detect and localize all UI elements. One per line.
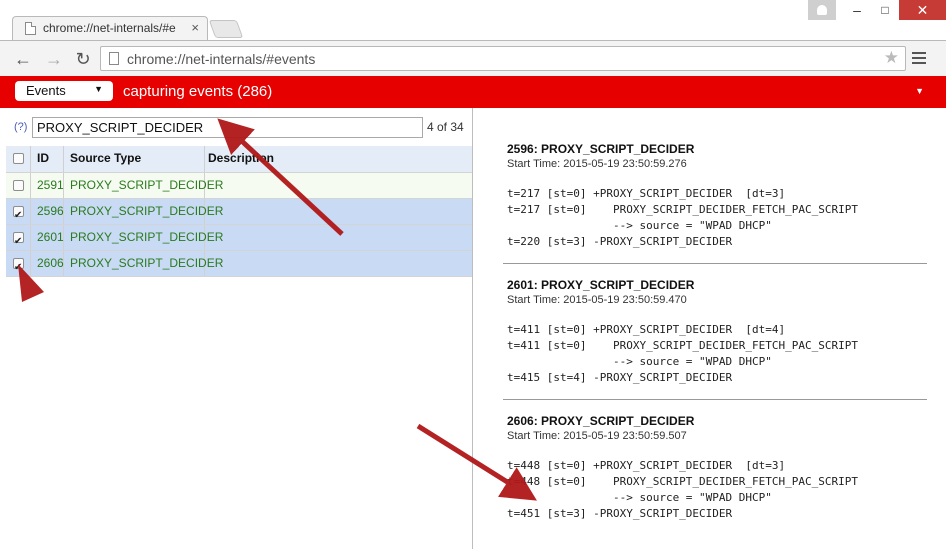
event-title: 2606: PROXY_SCRIPT_DECIDER [507, 414, 695, 428]
event-start-time: Start Time: 2015-05-19 23:50:59.507 [507, 430, 687, 442]
event-log: t=448 [st=0] +PROXY_SCRIPT_DECIDER [dt=3… [507, 459, 858, 520]
event-log: t=411 [st=0] +PROXY_SCRIPT_DECIDER [dt=4… [507, 323, 858, 384]
detail-divider [503, 399, 927, 400]
forward-button[interactable]: → [43, 48, 65, 70]
row-description [205, 251, 472, 276]
row-check-cell [6, 199, 31, 228]
event-detail-entry: 2601: PROXY_SCRIPT_DECIDER Start Time: 2… [507, 278, 937, 386]
address-text: chrome://net-internals/#events [127, 51, 316, 67]
row-id: 2596 [31, 199, 64, 224]
row-check-cell [6, 251, 31, 280]
page-icon [25, 22, 36, 35]
table-header: ID Source Type Description [6, 146, 472, 173]
address-bar[interactable]: chrome://net-internals/#events ★ [100, 46, 906, 71]
events-table: ID Source Type Description 2591 PROXY_SC… [6, 146, 472, 280]
row-id: 2591 [31, 173, 64, 198]
bookmark-star-icon[interactable]: ★ [884, 48, 899, 68]
row-source-type: PROXY_SCRIPT_DECIDER [64, 225, 223, 250]
title-bar: chrome://net-internals/#e × – □ ✕ [0, 0, 946, 40]
event-log: t=217 [st=0] +PROXY_SCRIPT_DECIDER [dt=3… [507, 187, 858, 248]
back-button[interactable]: ← [12, 48, 34, 70]
row-description [205, 225, 472, 250]
view-select-value: Events [26, 83, 66, 98]
page-icon [109, 52, 119, 65]
event-title: 2596: PROXY_SCRIPT_DECIDER [507, 142, 695, 156]
row-check-cell [6, 225, 31, 254]
table-row[interactable]: 2606 PROXY_SCRIPT_DECIDER [6, 251, 472, 280]
capture-status-text: capturing events (286) [123, 83, 273, 100]
table-row[interactable]: 2601 PROXY_SCRIPT_DECIDER [6, 225, 472, 254]
new-tab-button[interactable] [208, 20, 244, 38]
minimize-button[interactable]: – [844, 0, 870, 20]
browser-tab[interactable]: chrome://net-internals/#e × [12, 16, 208, 40]
view-select-dropdown[interactable]: Events ▼ [15, 81, 113, 101]
event-start-time: Start Time: 2015-05-19 23:50:59.470 [507, 294, 687, 306]
row-description [205, 173, 472, 198]
row-source-type: PROXY_SCRIPT_DECIDER [64, 251, 223, 276]
select-all-checkbox[interactable] [13, 153, 24, 164]
row-description [205, 199, 472, 224]
row-source-type: PROXY_SCRIPT_DECIDER [64, 199, 223, 224]
row-checkbox[interactable] [13, 180, 24, 191]
status-menu-arrow-icon[interactable]: ▼ [915, 86, 924, 96]
maximize-button[interactable]: □ [872, 0, 898, 20]
event-title: 2601: PROXY_SCRIPT_DECIDER [507, 278, 695, 292]
chevron-down-icon: ▼ [94, 84, 103, 94]
capture-status-bar: Events ▼ capturing events (286) ▼ [0, 76, 946, 108]
table-row[interactable]: 2591 PROXY_SCRIPT_DECIDER [6, 173, 472, 199]
row-checkbox[interactable] [13, 229, 24, 254]
row-id: 2601 [31, 225, 64, 250]
user-icon [817, 5, 827, 15]
event-detail-entry: 2606: PROXY_SCRIPT_DECIDER Start Time: 2… [507, 414, 937, 522]
tab-title: chrome://net-internals/#e [43, 21, 176, 35]
column-header-description[interactable]: Description [205, 146, 472, 172]
row-source-type: PROXY_SCRIPT_DECIDER [64, 173, 223, 198]
row-checkbox[interactable] [13, 255, 24, 280]
row-id: 2606 [31, 251, 64, 276]
row-check-cell [6, 173, 31, 198]
event-start-time: Start Time: 2015-05-19 23:50:59.276 [507, 158, 687, 170]
select-all-cell [6, 146, 31, 172]
hamburger-menu-icon[interactable] [912, 49, 926, 69]
filter-help-link[interactable]: (?) [14, 121, 27, 133]
browser-toolbar: ← → ↻ chrome://net-internals/#events ★ [0, 40, 946, 76]
row-checkbox[interactable] [13, 203, 24, 228]
detail-divider [503, 263, 927, 264]
event-detail-entry: 2596: PROXY_SCRIPT_DECIDER Start Time: 2… [507, 142, 937, 250]
user-profile-button[interactable] [808, 0, 836, 20]
tab-close-icon[interactable]: × [191, 20, 199, 36]
table-row[interactable]: 2596 PROXY_SCRIPT_DECIDER [6, 199, 472, 228]
events-list-pane: (?) 4 of 34 ID Source Type Description 2… [0, 108, 473, 549]
reload-button[interactable]: ↻ [72, 48, 94, 70]
column-header-id[interactable]: ID [31, 146, 64, 172]
column-header-source-type[interactable]: Source Type [64, 146, 205, 172]
event-details-pane: 2596: PROXY_SCRIPT_DECIDER Start Time: 2… [473, 108, 946, 549]
close-window-button[interactable]: ✕ [899, 0, 946, 20]
filter-input[interactable] [32, 117, 423, 138]
filter-match-count: 4 of 34 [427, 120, 464, 134]
